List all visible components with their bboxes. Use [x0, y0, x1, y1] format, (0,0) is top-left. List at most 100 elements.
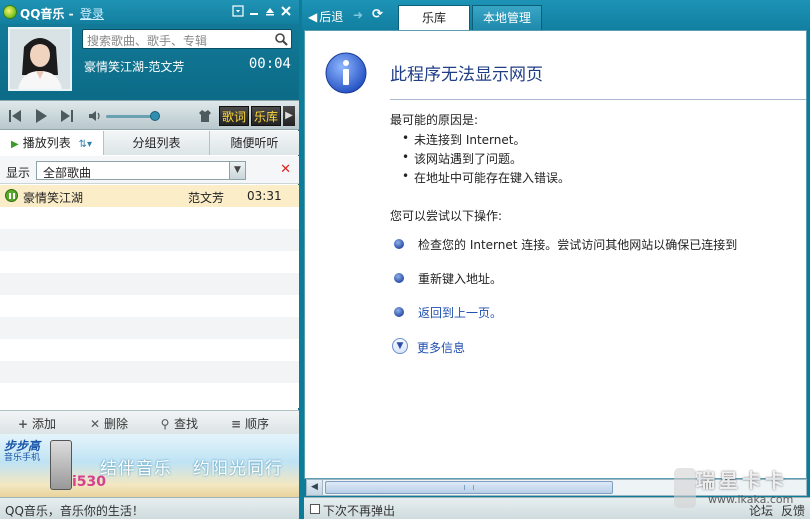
chevron-down-icon[interactable]: ▼ [392, 338, 408, 354]
search-icon[interactable] [274, 32, 288, 46]
search-icon: ⚲ [160, 417, 170, 431]
error-page: 此程序无法显示网页 最可能的原因是: 未连接到 Internet。 该网站遇到了… [304, 30, 807, 479]
filter-bar: 显示 全部歌曲 ▼ ✕ [0, 156, 299, 184]
cause-item: 在地址中可能存在键入错误。 [402, 169, 570, 186]
refresh-icon[interactable]: ⟳ [372, 7, 383, 22]
more-info-label[interactable]: 更多信息 [417, 339, 465, 356]
option-text: 重新键入地址。 [418, 272, 503, 286]
cause-item: 未连接到 Internet。 [402, 131, 526, 148]
music-library-button[interactable]: 乐库 [251, 106, 281, 126]
song-row[interactable]: 豪情笑江湖 范文芳 03:31 [0, 185, 299, 207]
empty-row [0, 361, 299, 383]
ad-banner[interactable]: 步步高 音乐手机 i530 结伴音乐 约阳光同行 [0, 434, 299, 497]
order-label: 顺序 [245, 417, 270, 431]
go-back-link[interactable]: 返回到上一页。 [418, 304, 502, 321]
empty-row [0, 273, 299, 295]
delete-button[interactable]: ✕ 删除 [89, 415, 128, 432]
skin-menu-icon[interactable] [231, 5, 245, 19]
tab-playlist[interactable]: ▶ 播放列表 ⇅▾ [0, 131, 104, 155]
bullet-icon [394, 307, 404, 317]
bullet-icon [394, 273, 404, 283]
tab-music-library[interactable]: 乐库 [398, 5, 470, 30]
play-triangle-icon: ▶ [11, 139, 19, 150]
filter-label: 显示 [6, 166, 31, 180]
divider [390, 99, 806, 100]
song-duration: 03:31 [247, 189, 282, 203]
back-label: 后退 [319, 10, 344, 24]
watermark-badge [674, 468, 696, 508]
bullet-icon [394, 239, 404, 249]
list-icon: ≡ [230, 417, 242, 431]
tab-group-list[interactable]: 分组列表 [104, 131, 210, 155]
tab-playlist-label: 播放列表 [22, 136, 71, 150]
order-button[interactable]: ≡ 顺序 [230, 415, 269, 432]
ad-subtitle: 音乐手机 [4, 453, 41, 463]
next-icon[interactable] [58, 107, 76, 125]
minimize-icon[interactable] [247, 5, 261, 19]
phone-image [50, 440, 72, 490]
browser-toolbar: ◀ 后退 ➜ ⟳ 乐库 本地管理 [302, 0, 810, 30]
chevron-down-icon[interactable]: ▼ [229, 162, 245, 179]
tab-local-manage[interactable]: 本地管理 [472, 5, 542, 30]
add-label: 添加 [32, 417, 57, 431]
player-status-text: QQ音乐，音乐你的生活！ [5, 504, 144, 518]
player-titlebar[interactable]: QQ音乐 - 登录 [0, 0, 299, 24]
play-time: 00:04 [248, 56, 291, 72]
scroll-left-icon[interactable]: ◀ [307, 480, 323, 495]
filter-value: 全部歌曲 [43, 166, 92, 180]
filter-select[interactable]: 全部歌曲 ▼ [36, 161, 246, 180]
playing-indicator-icon [5, 189, 18, 202]
forward-arrow-icon[interactable]: ➜ [353, 8, 363, 22]
player-status-bar: QQ音乐，音乐你的生活！ [0, 497, 299, 519]
now-playing-title: 豪情笑江湖-范文芳 [84, 60, 185, 74]
ad-slogan-1: 结伴音乐 [100, 459, 172, 479]
causes-heading: 最可能的原因是: [390, 113, 479, 127]
search-placeholder: 搜索歌曲、歌手、专辑 [87, 34, 208, 48]
close-icon[interactable] [279, 5, 293, 19]
volume-icon[interactable] [88, 109, 102, 123]
error-title: 此程序无法显示网页 [390, 65, 543, 85]
close-filter-icon[interactable]: ✕ [280, 162, 291, 177]
watermark: 瑞星卡卡 www.ikaka.com [672, 466, 804, 510]
play-icon[interactable] [32, 107, 50, 125]
option-text: 检查您的 Internet 连接。尝试访问其他网站以确保已连接到 [418, 238, 738, 252]
qq-music-logo-icon [3, 5, 17, 19]
add-button[interactable]: + 添加 [17, 415, 56, 432]
find-button[interactable]: ⚲ 查找 [159, 415, 198, 432]
no-popup-checkbox[interactable] [310, 504, 320, 514]
playlist-tabs: ▶ 播放列表 ⇅▾ 分组列表 随便听听 [0, 131, 299, 155]
skin-icon[interactable] [198, 109, 212, 123]
search-input[interactable]: 搜索歌曲、歌手、专辑 [82, 29, 292, 49]
playback-controls: 歌词 乐库 ▶ [0, 100, 299, 130]
lyrics-button[interactable]: 歌词 [219, 106, 249, 126]
song-artist: 范文芳 [188, 191, 225, 205]
watermark-url: www.ikaka.com [708, 493, 794, 506]
album-art[interactable] [8, 27, 72, 91]
tab-random-listen[interactable]: 随便听听 [210, 131, 299, 155]
no-popup-label[interactable]: 下次不再弹出 [323, 502, 395, 519]
player-window: QQ音乐 - 登录 搜索歌曲、歌手、专辑 豪情笑江湖-范文芳 00:04 歌词 … [0, 0, 299, 519]
song-list: 豪情笑江湖 范文芳 03:31 [0, 185, 299, 408]
app-title-text: QQ音乐 [20, 7, 65, 21]
title-separator: - [68, 7, 74, 21]
plus-icon: + [17, 417, 29, 431]
back-arrow-icon: ◀ [308, 10, 318, 24]
previous-icon[interactable] [6, 107, 24, 125]
expand-arrow-icon[interactable]: ▶ [283, 106, 295, 126]
ad-slogan-2: 约阳光同行 [193, 459, 283, 479]
try-heading: 您可以尝试以下操作: [390, 209, 503, 223]
sort-icon[interactable]: ⇅▾ [79, 139, 92, 150]
song-title: 豪情笑江湖 [23, 191, 84, 205]
volume-slider-knob[interactable] [150, 111, 160, 121]
empty-row [0, 229, 299, 251]
scrollbar-thumb[interactable] [325, 481, 613, 494]
delete-label: 删除 [104, 417, 129, 431]
empty-row [0, 317, 299, 339]
x-icon: ✕ [89, 417, 101, 431]
library-window: ◀后退 ➜ ⟳ 乐库 本地管理 此程序无法显示网页 最可能的原因是: 未连接到 … [302, 0, 810, 519]
back-button[interactable]: ◀ 后退 [308, 8, 343, 25]
now-playing-panel: 搜索歌曲、歌手、专辑 豪情笑江湖-范文芳 00:04 [0, 24, 299, 100]
list-action-bar: + 添加 ✕ 删除 ⚲ 查找 ≡ 顺序 [0, 410, 299, 434]
mini-mode-icon[interactable] [263, 5, 277, 19]
login-link[interactable]: 登录 [80, 5, 104, 22]
